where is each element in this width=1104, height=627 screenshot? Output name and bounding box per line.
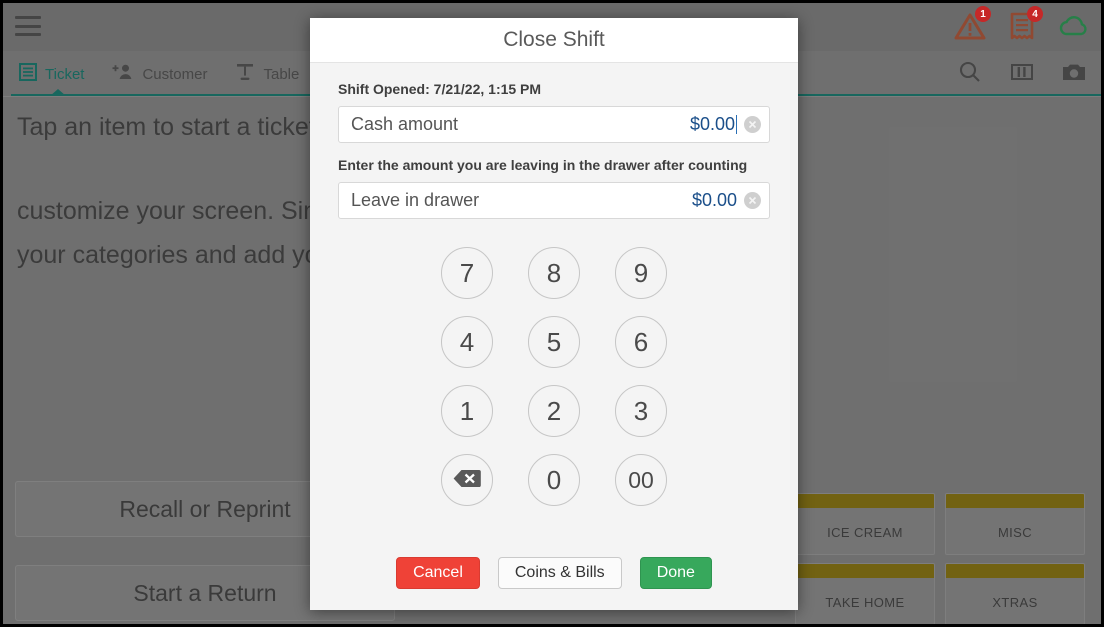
- key-8[interactable]: 8: [519, 247, 589, 299]
- dialog-header: Close Shift: [310, 18, 798, 63]
- key-backspace[interactable]: [432, 454, 502, 506]
- key-9-label: 9: [615, 247, 667, 299]
- key-7-label: 7: [441, 247, 493, 299]
- coins-and-bills-button[interactable]: Coins & Bills: [497, 557, 622, 589]
- key-5-label: 5: [528, 316, 580, 368]
- dialog-body: Shift Opened: 7/21/22, 1:15 PM Cash amou…: [310, 63, 798, 536]
- key-0-label: 0: [528, 454, 580, 506]
- key-6-label: 6: [615, 316, 667, 368]
- backspace-icon: [452, 465, 482, 496]
- dialog-actions: Cancel Coins & Bills Done: [310, 536, 798, 610]
- leave-in-drawer-label: Leave in drawer: [351, 190, 480, 210]
- key-0[interactable]: 0: [519, 454, 589, 506]
- cancel-button[interactable]: Cancel: [396, 557, 480, 589]
- key-5[interactable]: 5: [519, 316, 589, 368]
- cash-amount-value: $0.00: [689, 114, 735, 134]
- text-caret: [736, 115, 737, 134]
- key-9[interactable]: 9: [606, 247, 676, 299]
- coins-and-bills-label: Coins & Bills: [514, 564, 605, 581]
- key-4-label: 4: [441, 316, 493, 368]
- cash-amount-field[interactable]: Cash amount $0.00: [338, 106, 770, 143]
- leave-in-drawer-field[interactable]: Leave in drawer $0.00: [338, 182, 770, 219]
- shift-opened-text: Shift Opened: 7/21/22, 1:15 PM: [338, 81, 542, 97]
- done-button[interactable]: Done: [639, 557, 712, 589]
- key-3-label: 3: [615, 385, 667, 437]
- key-3[interactable]: 3: [606, 385, 676, 437]
- cash-amount-label: Cash amount: [351, 114, 459, 134]
- cancel-button-label: Cancel: [413, 564, 463, 581]
- key-double-zero[interactable]: 00: [606, 454, 676, 506]
- key-double-zero-label: 00: [615, 454, 667, 506]
- leave-in-drawer-value: $0.00: [691, 190, 737, 210]
- key-7[interactable]: 7: [432, 247, 502, 299]
- clear-circle-icon[interactable]: [744, 116, 761, 133]
- drawer-instruction-text: Enter the amount you are leaving in the …: [338, 157, 748, 173]
- screen: 1 4 Ticket Customer Table Tap an item to…: [3, 3, 1101, 624]
- key-4[interactable]: 4: [432, 316, 502, 368]
- clear-circle-icon[interactable]: [744, 192, 761, 209]
- dialog-title: Close Shift: [503, 28, 605, 51]
- key-2-label: 2: [528, 385, 580, 437]
- key-2[interactable]: 2: [519, 385, 589, 437]
- receipt-badge: 4: [1027, 6, 1043, 22]
- numeric-keypad: 7 8 9 4 5 6 1 2 3 0 00: [338, 247, 770, 506]
- key-1-label: 1: [441, 385, 493, 437]
- key-6[interactable]: 6: [606, 316, 676, 368]
- done-button-label: Done: [656, 564, 695, 581]
- key-1[interactable]: 1: [432, 385, 502, 437]
- warning-badge: 1: [975, 6, 991, 22]
- close-shift-dialog: Close Shift Shift Opened: 7/21/22, 1:15 …: [310, 18, 798, 610]
- key-8-label: 8: [528, 247, 580, 299]
